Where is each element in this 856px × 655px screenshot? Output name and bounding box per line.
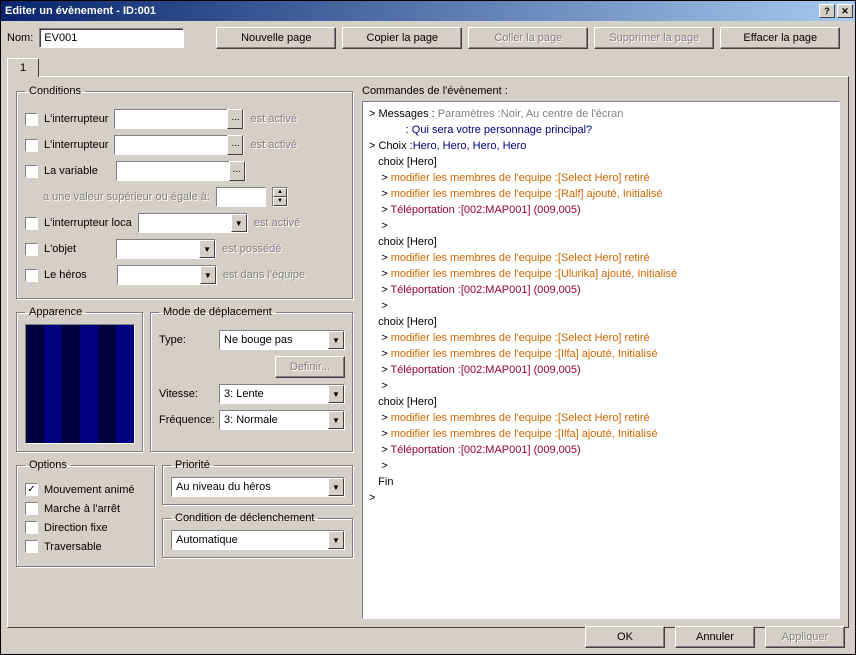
item-select[interactable]: ▼ <box>116 239 216 259</box>
anim-move-checkbox[interactable]: ✓ <box>25 483 38 496</box>
through-checkbox[interactable] <box>25 540 38 553</box>
anim-stop-checkbox[interactable] <box>25 502 38 515</box>
trigger-group: Condition de déclenchement Automatique▼ <box>162 512 354 559</box>
move-type-select[interactable]: Ne bouge pas▼ <box>219 330 345 350</box>
chevron-down-icon[interactable]: ▼ <box>199 240 215 258</box>
chevron-down-icon[interactable]: ▼ <box>328 385 344 403</box>
chevron-down-icon: ▼ <box>273 197 287 206</box>
variable-checkbox[interactable] <box>25 165 38 178</box>
variable-spinner[interactable]: ▲▼ <box>272 187 288 207</box>
apply-button: Appliquer <box>765 626 845 648</box>
close-button[interactable]: ✕ <box>837 4 853 18</box>
delete-page-button: Supprimer la page <box>594 27 714 49</box>
chevron-down-icon[interactable]: ▼ <box>200 266 216 284</box>
tab-1[interactable]: 1 <box>7 58 39 77</box>
appearance-group: Apparence <box>16 306 144 453</box>
help-button[interactable]: ? <box>819 4 835 18</box>
switch2-checkbox[interactable] <box>25 139 38 152</box>
item-checkbox[interactable] <box>25 243 38 256</box>
name-input[interactable] <box>39 28 184 48</box>
move-freq-select[interactable]: 3: Normale▼ <box>219 410 345 430</box>
chevron-down-icon[interactable]: ▼ <box>328 331 344 349</box>
movement-group: Mode de déplacement Type: Ne bouge pas▼ … <box>150 306 354 453</box>
variable-value[interactable] <box>216 187 266 207</box>
hero-checkbox[interactable] <box>25 269 38 282</box>
move-speed-select[interactable]: 3: Lente▼ <box>219 384 345 404</box>
new-page-button[interactable]: Nouvelle page <box>216 27 336 49</box>
ellipsis-icon[interactable]: ... <box>229 161 245 181</box>
conditions-group: Conditions L'interrupteur ... est activé… <box>16 85 354 300</box>
chevron-down-icon[interactable]: ▼ <box>328 411 344 429</box>
titlebar[interactable]: Editer un évènement - ID:001 ? ✕ <box>1 1 855 21</box>
clear-page-button[interactable]: Effacer la page <box>720 27 840 49</box>
ellipsis-icon[interactable]: ... <box>227 109 243 129</box>
priority-select[interactable]: Au niveau du héros▼ <box>171 477 345 497</box>
localswitch-checkbox[interactable] <box>25 217 38 230</box>
options-group: Options ✓Mouvement animé Marche à l'arrê… <box>16 459 156 568</box>
switch1-checkbox[interactable] <box>25 113 38 126</box>
cancel-button[interactable]: Annuler <box>675 626 755 648</box>
trigger-select[interactable]: Automatique▼ <box>171 530 345 550</box>
define-route-button: Definir... <box>275 356 345 378</box>
chevron-down-icon[interactable]: ▼ <box>231 214 247 232</box>
paste-page-button: Coller la page <box>468 27 588 49</box>
priority-group: Priorité Au niveau du héros▼ <box>162 459 354 506</box>
switch1-select[interactable]: ... <box>114 109 244 129</box>
localswitch-select[interactable]: ▼ <box>138 213 248 233</box>
appearance-preview[interactable] <box>25 324 135 444</box>
chevron-up-icon: ▲ <box>273 188 287 197</box>
commands-label: Commandes de l'évènement : <box>362 85 840 97</box>
conditions-legend: Conditions <box>25 85 85 97</box>
event-command-list[interactable]: > Messages : Paramètres :Noir, Au centre… <box>362 101 840 619</box>
window-title: Editer un évènement - ID:001 <box>5 5 817 17</box>
copy-page-button[interactable]: Copier la page <box>342 27 462 49</box>
event-editor-window: Editer un évènement - ID:001 ? ✕ Nom: No… <box>0 0 856 655</box>
chevron-down-icon[interactable]: ▼ <box>328 478 344 496</box>
variable-select[interactable]: ... <box>116 161 246 181</box>
name-label: Nom: <box>7 32 33 44</box>
hero-select[interactable]: ▼ <box>117 265 217 285</box>
ellipsis-icon[interactable]: ... <box>227 135 243 155</box>
switch2-select[interactable]: ... <box>114 135 244 155</box>
ok-button[interactable]: OK <box>585 626 665 648</box>
chevron-down-icon[interactable]: ▼ <box>328 531 344 549</box>
dir-fix-checkbox[interactable] <box>25 521 38 534</box>
